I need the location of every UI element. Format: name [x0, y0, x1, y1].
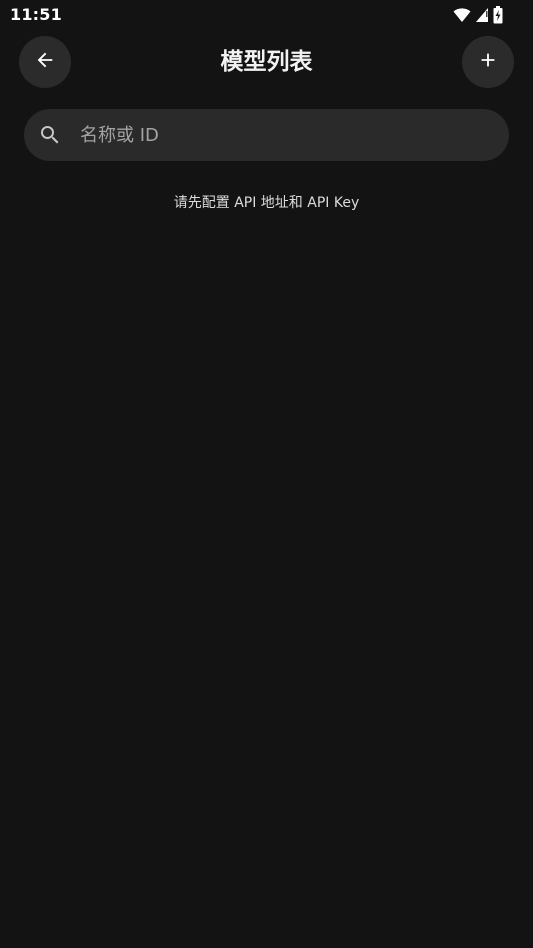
- plus-icon: [477, 49, 499, 75]
- add-model-button[interactable]: [462, 36, 514, 88]
- status-icons: [453, 5, 503, 25]
- cell-signal-icon: [475, 7, 489, 23]
- search-icon: [38, 123, 62, 147]
- page-title: 模型列表: [220, 49, 313, 75]
- search-box[interactable]: [24, 109, 509, 161]
- empty-state-message: 请先配置 API 地址和 API Key: [173, 195, 360, 211]
- wifi-icon: [453, 7, 471, 23]
- status-time: 11:51: [10, 5, 62, 24]
- battery-charging-icon: [493, 6, 503, 24]
- status-bar: 11:51: [0, 0, 533, 30]
- screen: 11:51 模型列表 名称或 ID 请先配置 API 地址和 API Key: [0, 0, 533, 948]
- app-bar: 模型列表: [0, 36, 533, 88]
- search-input[interactable]: [80, 109, 490, 161]
